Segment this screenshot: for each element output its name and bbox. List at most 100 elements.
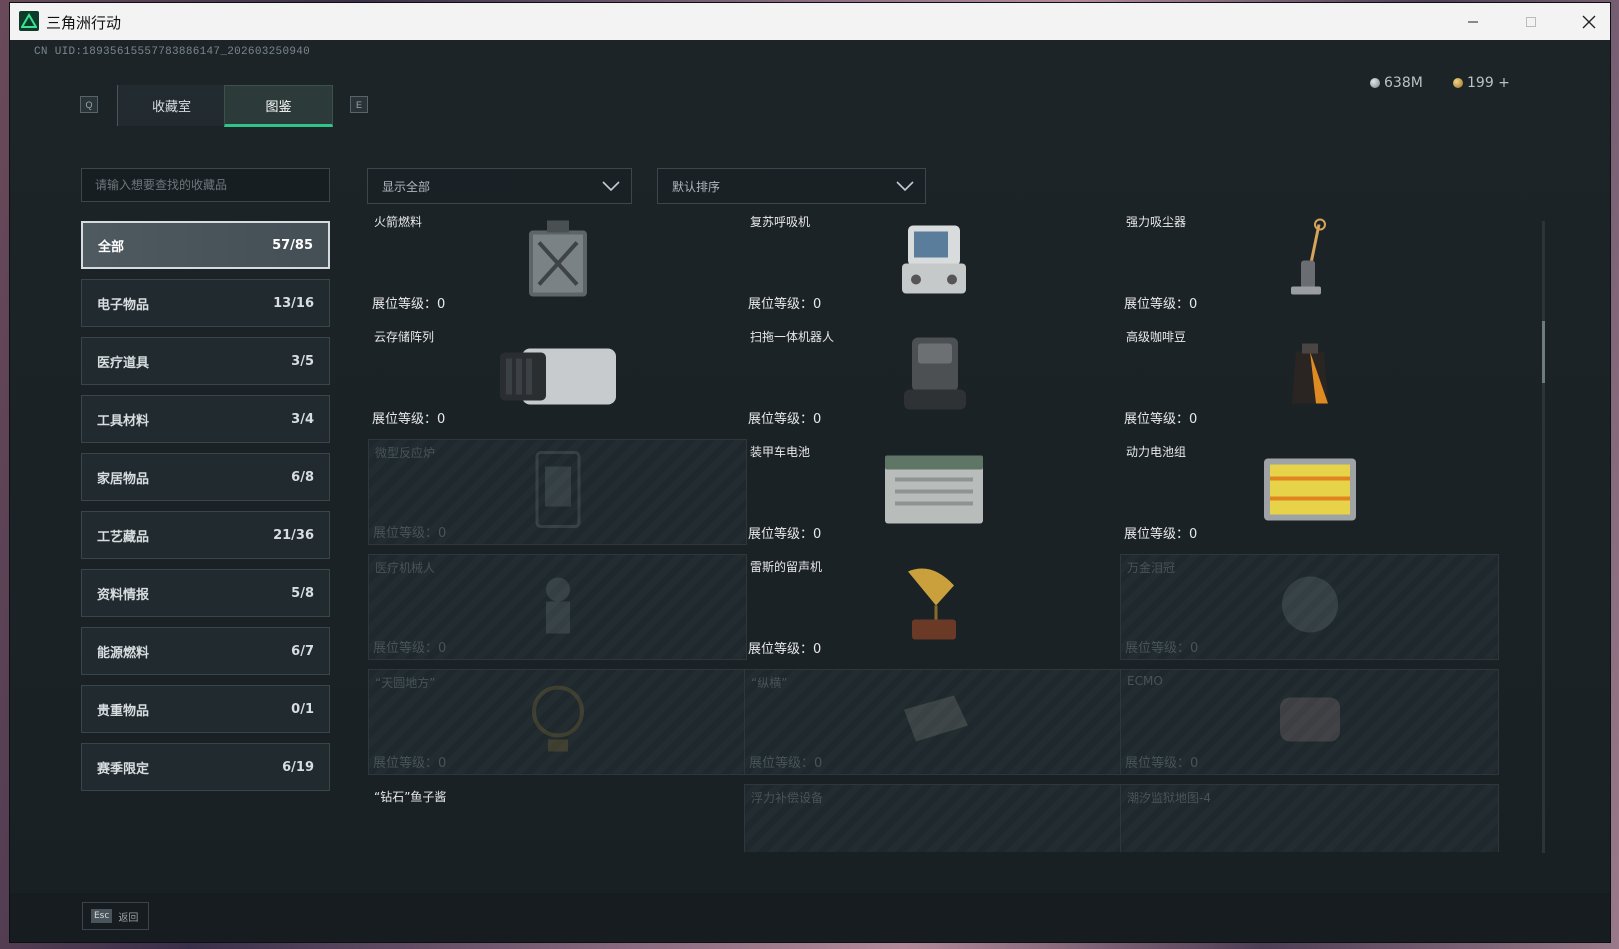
collection-card[interactable]: 浮力补偿设备 [744,784,1123,852]
collection-card[interactable]: “纵横” 展位等级：0 [744,669,1123,775]
category-label: 工艺藏品 [97,529,150,545]
maximize-icon [1526,16,1536,27]
category-medical[interactable]: 医疗道具 3/5 [81,337,330,385]
collection-card[interactable]: 高级咖啡豆 展位等级：0 [1120,324,1499,430]
collection-card[interactable]: 火箭燃料 展位等级：0 [368,213,747,315]
tab-codex[interactable]: 图鉴 [224,85,333,127]
category-all[interactable]: 全部 57/85 [81,221,330,269]
display-level: 展位等级：0 [1125,641,1199,656]
next-tab-key-hint[interactable]: E [350,96,368,113]
display-level: 展位等级：0 [373,756,447,771]
collection-card[interactable]: 潮汐监狱地图-4 [1120,784,1499,852]
item-name: 云存储阵列 [374,330,435,344]
back-button[interactable]: Esc 返回 [82,902,149,930]
collection-card[interactable]: “钻石”鱼子酱 [368,784,747,852]
item-name: 强力吸尘器 [1126,215,1187,229]
display-level: 展位等级：0 [373,641,447,656]
footer-bar: Esc 返回 [10,893,1610,942]
display-level: 展位等级：0 [1125,756,1199,771]
item-name: ECMO [1127,674,1163,688]
category-seasonal[interactable]: 赛季限定 6/19 [81,743,330,791]
display-level: 展位等级：0 [748,527,822,542]
chevron-down-icon [896,181,914,192]
collection-card[interactable]: 微型反应炉 展位等级：0 [368,439,747,545]
display-level: 展位等级：0 [748,642,822,657]
category-tools[interactable]: 工具材料 3/4 [81,395,330,443]
bcd-icon [914,851,954,852]
globe-icon [528,682,588,763]
display-filter-select[interactable]: 显示全部 [367,168,632,204]
prev-tab-key-hint[interactable]: Q [80,96,98,113]
category-crafts[interactable]: 工艺藏品 21/36 [81,511,330,559]
gramophone-icon [902,564,966,651]
coffee-bag-icon [1288,342,1332,413]
display-level: 展位等级：0 [372,412,446,427]
category-electronics[interactable]: 电子物品 13/16 [81,279,330,327]
ventilator-icon [894,220,974,305]
category-count: 57/85 [272,237,313,253]
collection-card[interactable]: 雷斯的留声机 展位等级：0 [744,554,1123,660]
close-icon [1582,15,1596,28]
collection-card[interactable]: 动力电池组 展位等级：0 [1120,439,1499,545]
window-title: 三角洲行动 [46,14,122,32]
reactor-icon [525,447,591,538]
display-level: 展位等级：0 [749,756,823,771]
gold-amount[interactable]: 199 + [1467,75,1510,91]
category-intel[interactable]: 资料情报 5/8 [81,569,330,617]
display-level: 展位等级：0 [1124,527,1198,542]
category-label: 医疗道具 [97,355,150,371]
item-name: 火箭燃料 [374,215,423,229]
category-label: 全部 [98,239,125,255]
collection-card[interactable]: 云存储阵列 展位等级：0 [368,324,747,430]
tab-collection-room[interactable]: 收藏室 [117,85,225,126]
crown-icon [1275,570,1345,645]
display-level: 展位等级：0 [748,297,822,312]
item-name: 微型反应炉 [375,446,436,460]
display-level: 展位等级：0 [372,297,446,312]
gold-currency[interactable]: 199 + [1453,75,1510,91]
maximize-button[interactable] [1502,3,1560,40]
collection-card[interactable]: “天圆地方” 展位等级：0 [368,669,747,775]
collection-card[interactable]: ECMO 展位等级：0 [1120,669,1499,775]
collection-card[interactable]: 医疗机械人 展位等级：0 [368,554,747,660]
collection-search-input[interactable] [81,168,330,202]
collection-card[interactable]: 万金泪冠 展位等级：0 [1120,554,1499,660]
category-energy[interactable]: 能源燃料 6/7 [81,627,330,675]
sort-select[interactable]: 默认排序 [657,168,926,204]
vacuum-icon [1285,217,1335,308]
category-home[interactable]: 家居物品 6/8 [81,453,330,501]
category-valuables[interactable]: 贵重物品 0/1 [81,685,330,733]
display-level: 展位等级：0 [1124,412,1198,427]
category-count: 6/7 [291,643,314,659]
minimize-button[interactable] [1444,3,1502,40]
item-name: 装甲车电池 [750,445,811,459]
item-name: 医疗机械人 [375,561,436,575]
item-name: 万金泪冠 [1127,561,1176,575]
category-label: 电子物品 [97,297,150,313]
map-icon [1260,848,1360,852]
grid-scrollbar[interactable] [1542,221,1545,853]
app-logo-icon [19,11,39,31]
display-level: 展位等级：0 [748,412,822,427]
category-count: 3/4 [291,411,314,427]
category-label: 赛季限定 [97,761,150,777]
fuel-can-icon [523,219,593,306]
item-name: 潮汐监狱地图-4 [1127,791,1211,805]
battery-pack-icon [1260,453,1360,532]
silver-currency: 638M [1370,75,1423,91]
collection-card[interactable]: 扫拖一体机器人 展位等级：0 [744,324,1123,430]
category-label: 资料情报 [97,587,150,603]
category-count: 6/8 [291,469,314,485]
item-name: “钻石”鱼子酱 [374,790,447,804]
collection-card[interactable]: 强力吸尘器 展位等级：0 [1120,213,1499,315]
scrollbar-thumb[interactable] [1542,321,1545,383]
esc-key-hint: Esc [91,909,113,923]
item-name: 动力电池组 [1126,445,1187,459]
collection-card[interactable]: 装甲车电池 展位等级：0 [744,439,1123,545]
category-count: 6/19 [282,759,314,775]
close-button[interactable] [1560,3,1618,40]
title-bar: 三角洲行动 [10,3,1610,40]
category-label: 贵重物品 [97,703,150,719]
collection-card[interactable]: 复苏呼吸机 展位等级：0 [744,213,1123,315]
chevron-down-icon [602,181,620,192]
